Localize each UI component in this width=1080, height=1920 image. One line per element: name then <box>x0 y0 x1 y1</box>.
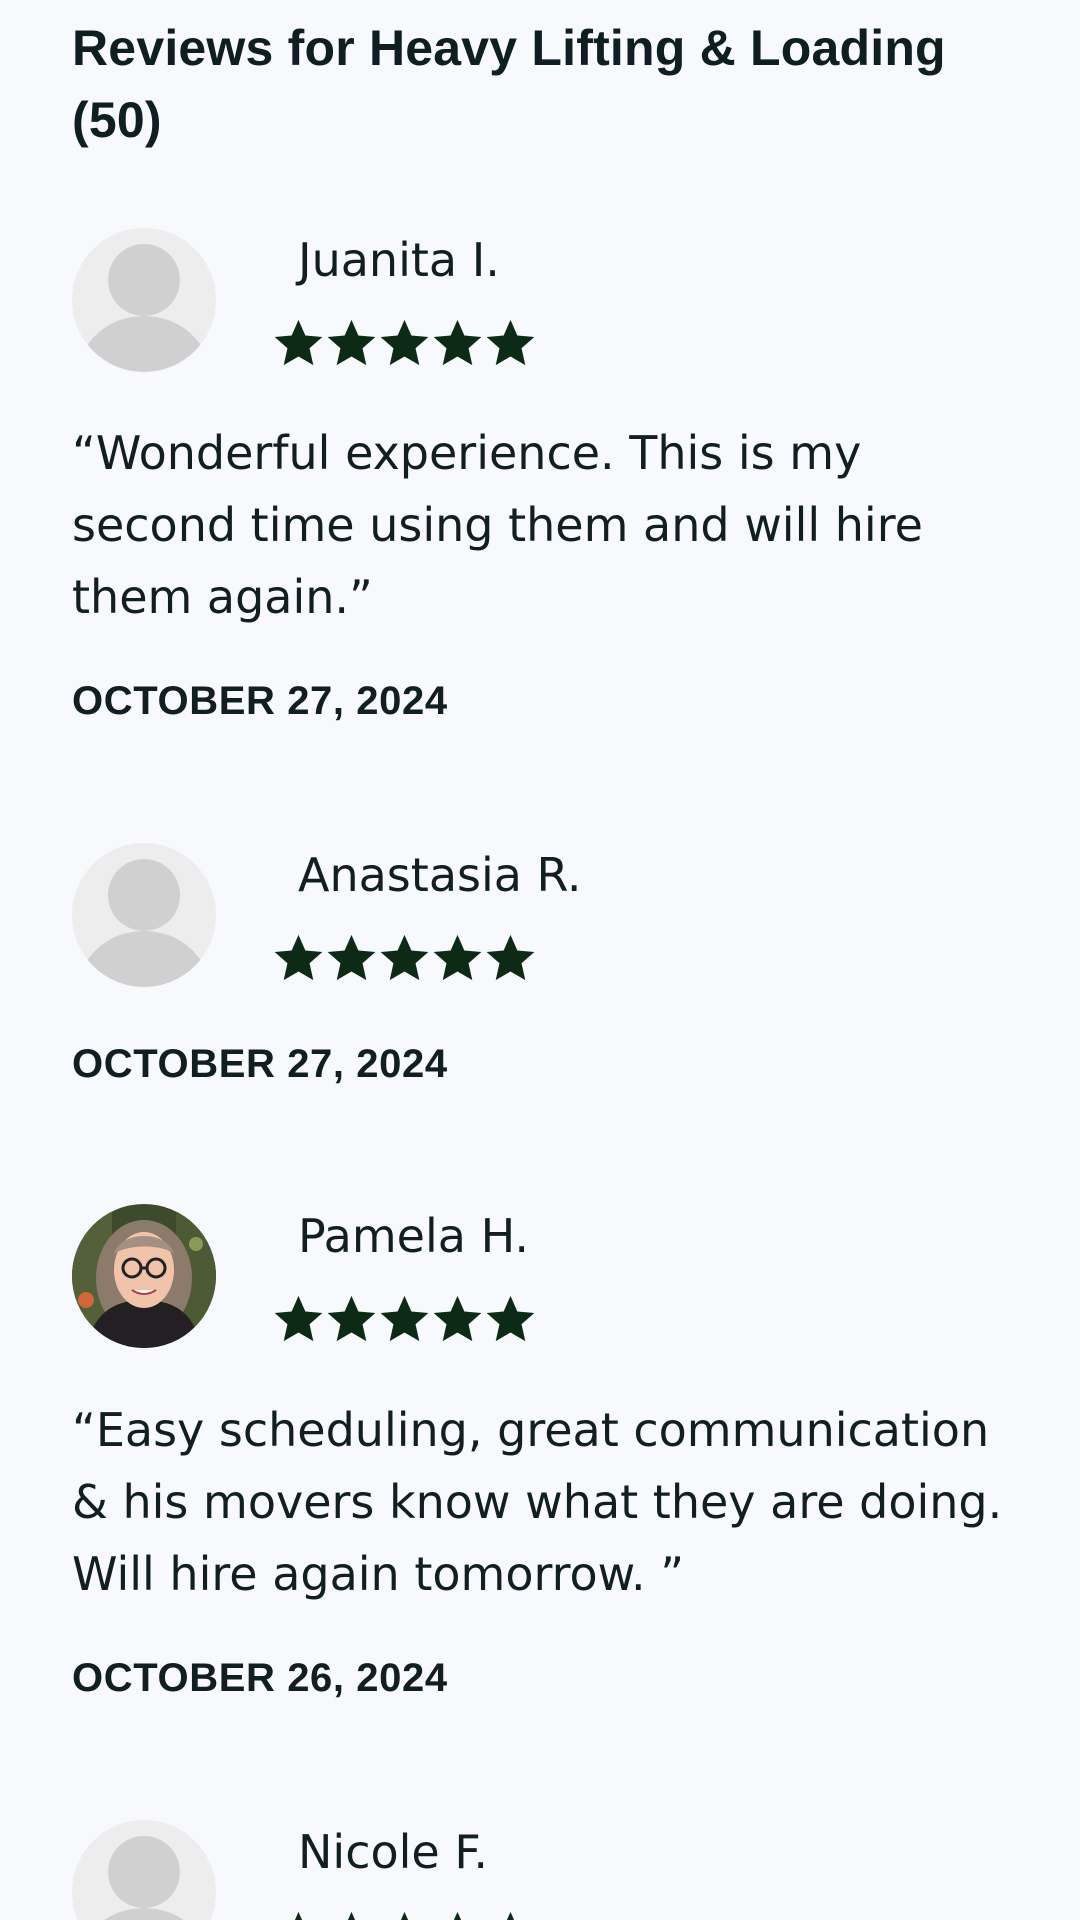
star-icon <box>431 1908 484 1920</box>
review-date: OCTOBER 27, 2024 <box>72 679 448 723</box>
star-icon <box>484 316 537 370</box>
star-icon <box>484 931 537 985</box>
review-card: Anastasia R. OCTOBER 27, 2024 <box>72 843 1022 1103</box>
default-avatar-icon <box>72 1820 216 1920</box>
review-card: Pamela H. “Easy scheduling, great commun… <box>72 1204 1022 1724</box>
review-text: “Wonderful experience. This is my second… <box>72 426 923 624</box>
star-icon <box>272 931 325 985</box>
star-icon <box>431 316 484 370</box>
reviewer-name: Pamela H. <box>298 1209 529 1263</box>
star-icon <box>378 1908 431 1920</box>
review-date: OCTOBER 27, 2024 <box>72 1042 448 1086</box>
review-card: Nicole F. <box>72 1820 1022 1920</box>
star-rating <box>272 1292 537 1346</box>
star-icon <box>272 1292 325 1346</box>
star-rating <box>272 316 537 370</box>
reviewer-name: Nicole F. <box>298 1825 489 1879</box>
reviews-heading: Reviews for Heavy Lifting & Loading (50) <box>72 20 946 148</box>
star-icon <box>325 1292 378 1346</box>
review-date: OCTOBER 26, 2024 <box>72 1656 448 1700</box>
star-icon <box>431 1292 484 1346</box>
star-icon <box>378 931 431 985</box>
star-rating <box>272 931 537 985</box>
review-text: “Easy scheduling, great communication & … <box>72 1403 1003 1601</box>
default-avatar-icon <box>72 228 216 372</box>
review-card: Juanita I. “Wonderful experience. This i… <box>72 228 1022 748</box>
star-icon <box>484 1292 537 1346</box>
star-icon <box>378 316 431 370</box>
star-rating <box>272 1908 537 1920</box>
star-icon <box>378 1292 431 1346</box>
star-icon <box>431 931 484 985</box>
star-icon <box>272 316 325 370</box>
star-icon <box>272 1908 325 1920</box>
user-photo <box>72 1204 216 1348</box>
default-avatar-icon <box>72 843 216 987</box>
star-icon <box>325 1908 378 1920</box>
reviewer-name: Juanita I. <box>298 233 500 287</box>
reviewer-name: Anastasia R. <box>298 848 582 902</box>
star-icon <box>484 1908 537 1920</box>
star-icon <box>325 931 378 985</box>
star-icon <box>325 316 378 370</box>
